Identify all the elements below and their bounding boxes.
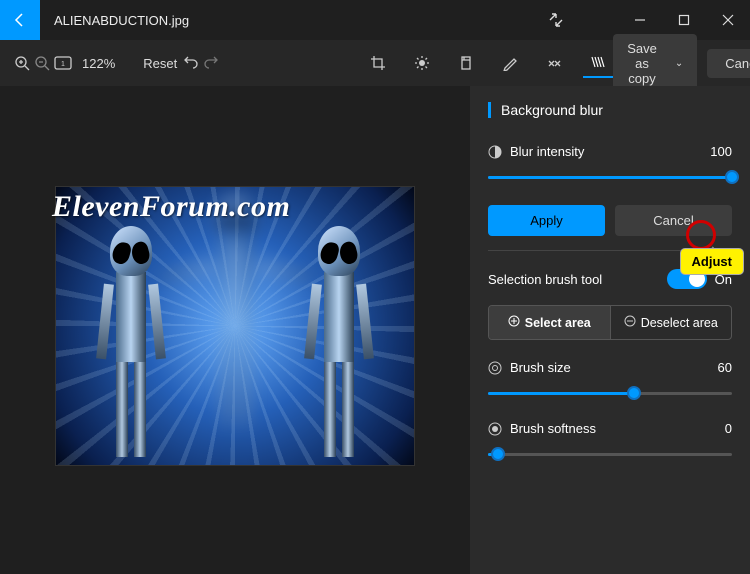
target-icon xyxy=(488,361,502,375)
zoom-out-icon[interactable] xyxy=(34,48,50,78)
markup-icon[interactable] xyxy=(495,48,525,78)
close-button[interactable] xyxy=(706,0,750,40)
apply-button[interactable]: Apply xyxy=(488,205,605,236)
save-as-copy-label: Save as copy xyxy=(627,41,657,86)
brush-softness-label: Brush softness xyxy=(510,421,596,436)
toolbar-cancel-button[interactable]: Cancel xyxy=(707,49,750,78)
panel-title: Background blur xyxy=(501,102,603,118)
background-blur-icon[interactable] xyxy=(583,48,613,78)
zoom-value[interactable]: 122% xyxy=(82,56,115,71)
redo-icon[interactable] xyxy=(203,48,219,78)
brush-softness-value: 0 xyxy=(725,421,732,436)
softness-icon xyxy=(488,422,502,436)
side-panel: Background blur Blur intensity 100 Apply… xyxy=(470,86,750,574)
svg-text:1: 1 xyxy=(61,61,65,68)
select-area-button[interactable]: Select area xyxy=(489,306,610,339)
brush-size-slider[interactable] xyxy=(488,383,732,403)
annotation-label: Adjust xyxy=(680,248,744,275)
plus-circle-icon xyxy=(508,315,520,330)
watermark-text: ElevenForum.com xyxy=(52,190,290,224)
brush-size-value: 60 xyxy=(718,360,732,375)
brush-softness-slider[interactable] xyxy=(488,444,732,464)
undo-icon[interactable] xyxy=(183,48,199,78)
brush-size-label: Brush size xyxy=(510,360,571,375)
blur-intensity-label: Blur intensity xyxy=(510,144,584,159)
select-area-label: Select area xyxy=(525,316,591,330)
deselect-area-button[interactable]: Deselect area xyxy=(610,306,732,339)
canvas-image[interactable] xyxy=(55,186,415,466)
filename: ALIENABDUCTION.jpg xyxy=(54,13,534,28)
brush-tool-label: Selection brush tool xyxy=(488,272,602,287)
blur-intensity-slider[interactable] xyxy=(488,167,732,187)
filter-icon[interactable] xyxy=(451,48,481,78)
fit-icon[interactable]: 1 xyxy=(54,48,72,78)
zoom-in-icon[interactable] xyxy=(14,48,30,78)
contrast-icon xyxy=(488,145,502,159)
adjust-icon[interactable] xyxy=(407,48,437,78)
blur-intensity-value: 100 xyxy=(710,144,732,159)
crop-icon[interactable] xyxy=(363,48,393,78)
back-button[interactable] xyxy=(0,0,40,40)
chevron-down-icon: ⌄ xyxy=(675,58,683,69)
annotation-callout: Adjust xyxy=(676,240,740,267)
erase-icon[interactable] xyxy=(539,48,569,78)
deselect-area-label: Deselect area xyxy=(641,316,718,330)
minus-circle-icon xyxy=(624,315,636,330)
reset-button[interactable]: Reset xyxy=(143,56,177,71)
accent-bar xyxy=(488,102,491,118)
fullscreen-icon[interactable] xyxy=(534,0,578,40)
save-as-copy-button[interactable]: Save as copy ⌄ xyxy=(613,34,697,93)
